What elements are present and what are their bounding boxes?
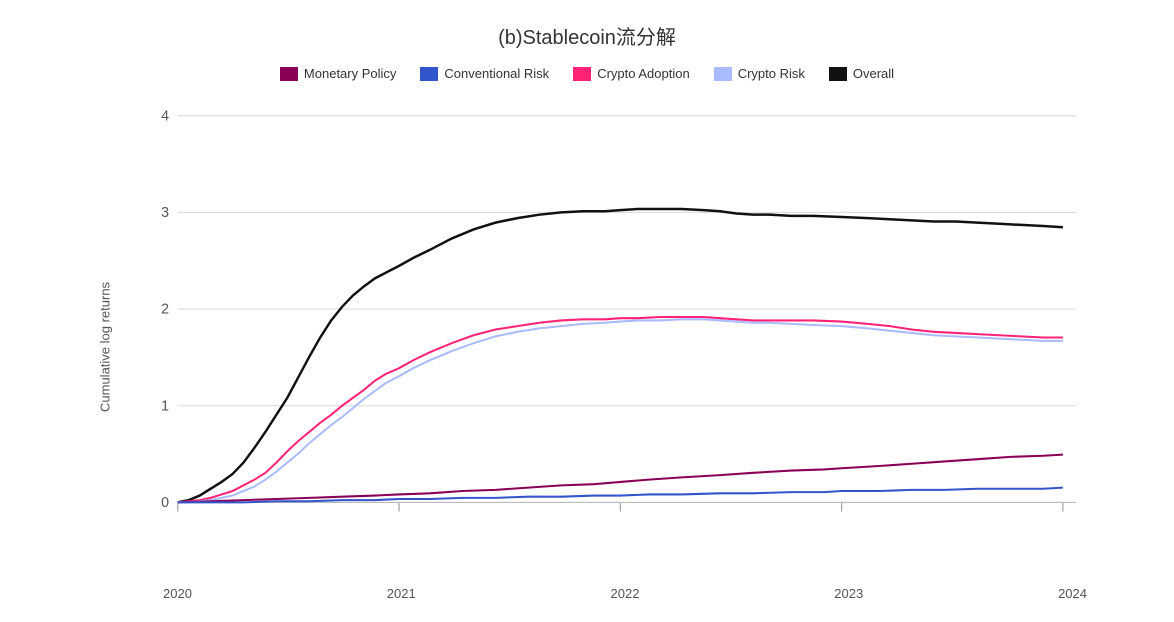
chart-area: Cumulative log returns 0 1 2 3 4 (87, 93, 1087, 601)
x-label-2021: 2021 (387, 586, 416, 601)
x-axis-labels: 2020 2021 2022 2023 2024 (123, 582, 1087, 601)
legend-color-conventional (420, 67, 438, 81)
svg-text:3: 3 (161, 205, 169, 221)
legend-item-crypto-adoption: Crypto Adoption (573, 66, 690, 81)
svg-text:1: 1 (161, 398, 169, 414)
x-label-2023: 2023 (834, 586, 863, 601)
legend-item-overall: Overall (829, 66, 894, 81)
line-crypto-risk (178, 319, 1063, 502)
legend-color-crypto-adoption (573, 67, 591, 81)
x-label-2024: 2024 (1058, 586, 1087, 601)
legend-color-crypto-risk (714, 67, 732, 81)
legend-label-crypto-adoption: Crypto Adoption (597, 66, 690, 81)
legend: Monetary Policy Conventional Risk Crypto… (280, 66, 894, 81)
x-label-2020: 2020 (163, 586, 192, 601)
plot-area: 0 1 2 3 4 (123, 93, 1087, 601)
legend-label-overall: Overall (853, 66, 894, 81)
chart-container: (b)Stablecoin流分解 Monetary Policy Convent… (87, 21, 1087, 601)
legend-label-crypto-risk: Crypto Risk (738, 66, 805, 81)
legend-label-monetary: Monetary Policy (304, 66, 396, 81)
legend-item-monetary: Monetary Policy (280, 66, 396, 81)
x-label-2022: 2022 (611, 586, 640, 601)
chart-title: (b)Stablecoin流分解 (498, 21, 676, 50)
line-crypto-adoption (178, 317, 1063, 502)
line-overall (178, 209, 1063, 502)
legend-color-overall (829, 67, 847, 81)
svg-text:0: 0 (161, 495, 169, 511)
legend-label-conventional: Conventional Risk (444, 66, 549, 81)
y-axis-label: Cumulative log returns (87, 93, 123, 601)
svg-text:4: 4 (161, 108, 169, 124)
chart-svg: 0 1 2 3 4 (123, 93, 1087, 582)
legend-item-crypto-risk: Crypto Risk (714, 66, 805, 81)
legend-color-monetary (280, 67, 298, 81)
line-conventional (178, 488, 1063, 503)
svg-text:2: 2 (161, 301, 169, 317)
legend-item-conventional: Conventional Risk (420, 66, 549, 81)
